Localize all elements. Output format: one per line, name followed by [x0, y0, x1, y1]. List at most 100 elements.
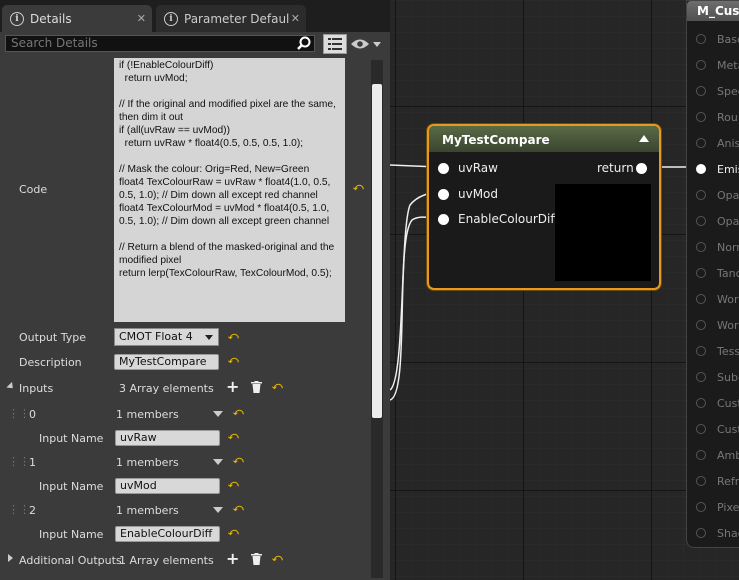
pin-enable-icon[interactable]	[438, 214, 449, 225]
material-pin[interactable]: Anis	[696, 137, 739, 151]
material-pin[interactable]: Refr	[696, 475, 739, 489]
reset-arrow-icon[interactable]: ⤺	[228, 356, 239, 366]
material-pin[interactable]: Opa	[696, 189, 739, 203]
collapse-arrow-icon[interactable]	[639, 135, 649, 142]
chevron-down-icon[interactable]	[213, 411, 223, 417]
search-icon[interactable]	[296, 36, 312, 51]
drag-handle-icon[interactable]: ⋮⋮	[8, 503, 30, 516]
pin-return-icon[interactable]	[636, 163, 647, 174]
close-icon[interactable]: ✕	[137, 12, 146, 25]
reset-arrow-icon[interactable]: ⤺	[228, 528, 239, 538]
pin-return-label: return	[597, 161, 634, 175]
reset-arrow-icon[interactable]: ⤺	[228, 480, 239, 490]
pin-circle-icon	[696, 398, 706, 408]
material-pin[interactable]: Cust	[696, 423, 739, 437]
pin-circle-icon	[696, 268, 706, 278]
input-name-field-0[interactable]: uvRaw	[115, 430, 220, 446]
material-pin[interactable]: Meta	[696, 59, 739, 73]
reset-arrow-icon[interactable]: ⤺	[272, 382, 283, 392]
material-pin[interactable]: Amb	[696, 449, 739, 463]
material-pin[interactable]: Cust	[696, 397, 739, 411]
chevron-down-icon[interactable]	[213, 507, 223, 513]
trash-icon[interactable]	[251, 553, 262, 565]
material-pin[interactable]: Shac	[696, 527, 739, 541]
reset-arrow-icon[interactable]: ⤺	[272, 554, 283, 564]
add-element-icon[interactable]: +	[226, 551, 239, 567]
view-options-button[interactable]	[350, 36, 384, 52]
output-type-label: Output Type	[19, 331, 86, 344]
pin-circle-icon	[696, 346, 706, 356]
material-pin[interactable]: Pixe	[696, 501, 739, 515]
input-members-0: 1 members	[116, 408, 179, 421]
reset-arrow-icon[interactable]: ⤺	[228, 332, 239, 342]
pin-circle-icon	[696, 112, 706, 122]
search-input[interactable]: Search Details	[5, 35, 315, 52]
node-preview	[555, 184, 651, 281]
material-pin[interactable]: Base	[696, 33, 739, 47]
reset-arrow-icon[interactable]: ⤺	[233, 456, 244, 466]
code-textbox[interactable]: if (!EnableColourDiff) return uvMod; // …	[114, 58, 345, 322]
tab-bar: i Details ✕ i Parameter Defaults ✕	[0, 0, 390, 32]
pin-circle-icon	[696, 60, 706, 70]
material-pin[interactable]: Worl	[696, 319, 739, 333]
reset-arrow-icon[interactable]: ⤺	[228, 432, 239, 442]
close-icon[interactable]: ✕	[291, 12, 300, 25]
reset-arrow-icon[interactable]: ⤺	[233, 408, 244, 418]
pin-circle-icon	[696, 476, 706, 486]
chevron-down-icon[interactable]	[213, 459, 223, 465]
pin-circle-icon	[696, 138, 706, 148]
drag-handle-icon[interactable]: ⋮⋮	[8, 407, 30, 420]
material-pin[interactable]: Tess	[696, 345, 739, 359]
pin-uvMod-icon[interactable]	[438, 189, 449, 200]
output-type-dropdown[interactable]: CMOT Float 4	[114, 328, 219, 346]
reset-arrow-icon[interactable]: ⤺	[233, 504, 244, 514]
expand-arrow-icon[interactable]	[8, 554, 13, 562]
pin-circle-icon	[696, 34, 706, 44]
tab-details[interactable]: i Details ✕	[2, 5, 152, 32]
inputs-count: 3 Array elements	[119, 382, 214, 395]
pin-circle-icon	[696, 528, 706, 538]
custom-node[interactable]: MyTestCompare uvRaw uvMod EnableColourDi…	[427, 124, 661, 290]
expand-arrow-icon[interactable]	[6, 381, 16, 392]
material-pin-label: Pixe	[717, 501, 739, 514]
material-pin[interactable]: Tanc	[696, 267, 739, 281]
scrollbar-thumb[interactable]	[372, 84, 382, 418]
material-pin-label: Emis	[717, 163, 739, 176]
material-result-node[interactable]: M_Cust Base Meta Spec Rou Anis Emis Opa Opa Norm…	[686, 0, 739, 548]
additional-outputs-count: 1 Array elements	[119, 554, 214, 567]
add-element-icon[interactable]: +	[226, 379, 239, 395]
material-pin-label: Shac	[717, 527, 739, 540]
input-name-field-2[interactable]: EnableColourDiff	[115, 526, 220, 542]
code-label: Code	[19, 183, 48, 196]
material-pin[interactable]: Rou	[696, 111, 739, 125]
pin-uvRaw-icon[interactable]	[438, 163, 449, 174]
pin-circle-icon	[696, 450, 706, 460]
material-pin-label: Rou	[717, 111, 738, 124]
material-pin[interactable]: Spec	[696, 85, 739, 99]
material-pin[interactable]: Opa	[696, 215, 739, 229]
input-index-0: 0	[29, 408, 36, 421]
material-pin-label: Tess	[717, 345, 739, 358]
trash-icon[interactable]	[251, 381, 262, 393]
input-name-field-1[interactable]: uvMod	[115, 478, 220, 494]
material-pin[interactable]: Worl	[696, 293, 739, 307]
pin-circle-icon	[696, 86, 706, 96]
material-pin[interactable]: Emis	[696, 163, 739, 177]
input-index-1: 1	[29, 456, 36, 469]
inputs-label: Inputs	[19, 382, 54, 395]
input-name-label-0: Input Name	[39, 432, 104, 445]
material-pin-label: Norm	[717, 241, 739, 254]
description-label: Description	[19, 356, 82, 369]
description-field[interactable]: MyTestCompare	[114, 354, 219, 370]
material-pin[interactable]: Sub-	[696, 371, 739, 385]
pin-circle-icon	[696, 372, 706, 382]
material-pin-label: Anis	[717, 137, 739, 150]
input-members-2: 1 members	[116, 504, 179, 517]
material-pin[interactable]: Norm	[696, 241, 739, 255]
info-icon: i	[164, 11, 178, 26]
property-matrix-button[interactable]	[323, 34, 347, 54]
reset-arrow-icon[interactable]: ⤺	[353, 183, 364, 193]
pin-circle-icon	[696, 190, 706, 200]
tab-parameter-defaults[interactable]: i Parameter Defaults ✕	[156, 5, 306, 32]
drag-handle-icon[interactable]: ⋮⋮	[8, 455, 30, 468]
